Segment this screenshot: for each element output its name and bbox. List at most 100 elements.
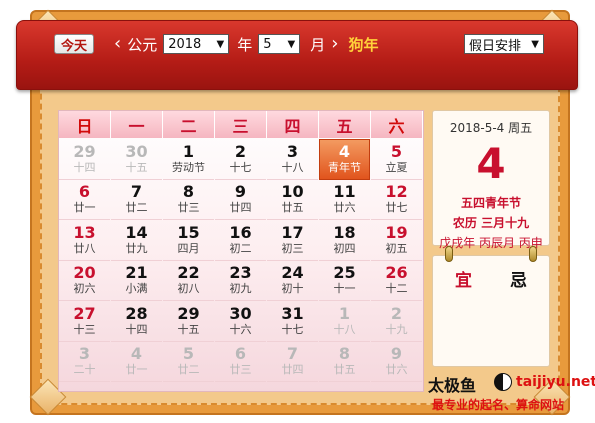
- day-number: 8: [182, 182, 195, 202]
- chevron-right-icon[interactable]: ›: [331, 35, 338, 53]
- day-cell[interactable]: 25 十一: [319, 261, 370, 301]
- day-number: 29: [177, 303, 200, 323]
- holiday-select-value: 假日安排: [469, 38, 522, 54]
- day-cell[interactable]: 20 初六: [59, 261, 110, 301]
- day-cell-today[interactable]: 4 青年节: [319, 139, 370, 180]
- ji-label: 忌: [510, 271, 527, 291]
- lunar-label: 二十: [73, 363, 96, 377]
- selected-day-panel: 2018-5-4 周五 4 五四青年节 农历 三月十九 戊戌年 丙辰月 丙申: [432, 110, 550, 250]
- calendar-toolbar: 今天 ‹ 公元 2018 ▼ 年 5 ▼ 月 › 狗年 假日安排 ▼: [54, 32, 544, 56]
- day-number: 29: [73, 141, 96, 161]
- lunar-label: 十七: [281, 322, 304, 336]
- day-number: 31: [281, 303, 304, 323]
- day-number: 22: [177, 263, 200, 283]
- day-cell[interactable]: 23 初九: [215, 261, 266, 301]
- month-value: 5: [263, 36, 272, 52]
- day-cell[interactable]: 18 初四: [319, 220, 370, 261]
- lunar-label: 初五: [385, 241, 408, 255]
- selected-lunar-date: 农历 三月十九: [452, 216, 530, 230]
- day-number: 6: [234, 344, 247, 364]
- day-cell[interactable]: 8 廿五: [319, 342, 370, 382]
- day-cell[interactable]: 26 十二: [371, 261, 422, 301]
- day-cell[interactable]: 30 十六: [215, 301, 266, 342]
- day-cell[interactable]: 5 立夏: [371, 139, 422, 180]
- day-cell[interactable]: 10 廿五: [267, 180, 318, 220]
- day-cell[interactable]: 30 十五: [111, 139, 162, 180]
- day-number: 2: [234, 141, 247, 161]
- lunar-label: 廿一: [73, 201, 96, 215]
- year-unit: 年: [237, 35, 253, 54]
- day-cell[interactable]: 29 十四: [59, 139, 110, 180]
- day-cell[interactable]: 12 廿七: [371, 180, 422, 220]
- weekday-label: 四: [267, 111, 318, 138]
- holiday-select[interactable]: 假日安排 ▼: [464, 34, 544, 54]
- caret-down-icon: ▼: [287, 38, 296, 50]
- lunar-label: 廿三: [177, 201, 200, 215]
- day-cell[interactable]: 17 初三: [267, 220, 318, 261]
- day-number: 15: [177, 222, 200, 242]
- day-number: 27: [73, 303, 96, 323]
- selected-date-line: 2018-5-4 周五: [449, 121, 533, 135]
- day-cell[interactable]: 8 廿三: [163, 180, 214, 220]
- day-number: 12: [385, 182, 408, 202]
- month-unit: 月: [310, 35, 326, 54]
- day-cell[interactable]: 7 廿四: [267, 342, 318, 382]
- day-cell[interactable]: 4 廿一: [111, 342, 162, 382]
- day-number: 25: [333, 263, 356, 283]
- day-cell[interactable]: 31 十七: [267, 301, 318, 342]
- binder-ring: [529, 246, 537, 262]
- lunar-label: 廿四: [229, 201, 252, 215]
- day-cell[interactable]: 16 初二: [215, 220, 266, 261]
- lunar-label: 初二: [229, 241, 252, 255]
- yi-label: 宜: [455, 271, 472, 291]
- zodiac-label: 狗年: [348, 35, 379, 54]
- day-cell[interactable]: 15 四月: [163, 220, 214, 261]
- day-cell[interactable]: 9 廿六: [371, 342, 422, 382]
- day-cell[interactable]: 1 十八: [319, 301, 370, 342]
- day-number: 13: [73, 222, 96, 242]
- day-cell[interactable]: 24 初十: [267, 261, 318, 301]
- day-cell[interactable]: 6 廿三: [215, 342, 266, 382]
- lunar-label: 廿六: [333, 201, 356, 215]
- day-number: 23: [229, 263, 252, 283]
- lunar-label: 廿一: [125, 363, 148, 377]
- binder-ring: [445, 246, 453, 262]
- weekday-label: 二: [163, 111, 214, 138]
- day-cell[interactable]: 2 十九: [371, 301, 422, 342]
- lunar-label: 小满: [125, 282, 148, 296]
- lunar-label: 立夏: [385, 160, 408, 174]
- day-cell[interactable]: 7 廿二: [111, 180, 162, 220]
- lunar-label: 廿九: [125, 241, 148, 255]
- day-cell[interactable]: 5 廿二: [163, 342, 214, 382]
- day-cell[interactable]: 2 十七: [215, 139, 266, 180]
- year-select[interactable]: 2018 ▼: [163, 34, 230, 54]
- lunar-label: 青年节: [328, 161, 361, 175]
- month-select[interactable]: 5 ▼: [258, 34, 301, 54]
- day-cell[interactable]: 19 初五: [371, 220, 422, 261]
- day-cell[interactable]: 28 十四: [111, 301, 162, 342]
- day-cell[interactable]: 3 二十: [59, 342, 110, 382]
- lunar-label: 十八: [281, 160, 304, 174]
- day-cell[interactable]: 14 廿九: [111, 220, 162, 261]
- lunar-label: 初六: [73, 282, 96, 296]
- day-cell[interactable]: 21 小满: [111, 261, 162, 301]
- era-label: 公元: [127, 35, 158, 54]
- chevron-left-icon[interactable]: ‹: [114, 35, 121, 53]
- day-number: 6: [78, 182, 91, 202]
- day-cell[interactable]: 27 十三: [59, 301, 110, 342]
- weekday-header: 日 一 二 三 四 五 六: [59, 111, 423, 139]
- day-cell[interactable]: 13 廿八: [59, 220, 110, 261]
- day-cell[interactable]: 1 劳动节: [163, 139, 214, 180]
- day-cell[interactable]: 9 廿四: [215, 180, 266, 220]
- day-number: 26: [385, 263, 408, 283]
- day-cell[interactable]: 11 廿六: [319, 180, 370, 220]
- day-cell[interactable]: 29 十五: [163, 301, 214, 342]
- day-cell[interactable]: 6 廿一: [59, 180, 110, 220]
- day-grid: 29 十四 30 十五 1 劳动节 2 十七 3 十八 4 青年节 5 立夏 6 廿一 7 廿二 8 廿三 9 廿四 10 廿…: [59, 139, 425, 382]
- lunar-label: 劳动节: [172, 160, 205, 174]
- today-button[interactable]: 今天: [54, 34, 94, 54]
- day-cell[interactable]: 22 初八: [163, 261, 214, 301]
- weekday-label: 六: [371, 111, 422, 138]
- day-number: 18: [333, 222, 356, 242]
- day-cell[interactable]: 3 十八: [267, 139, 318, 180]
